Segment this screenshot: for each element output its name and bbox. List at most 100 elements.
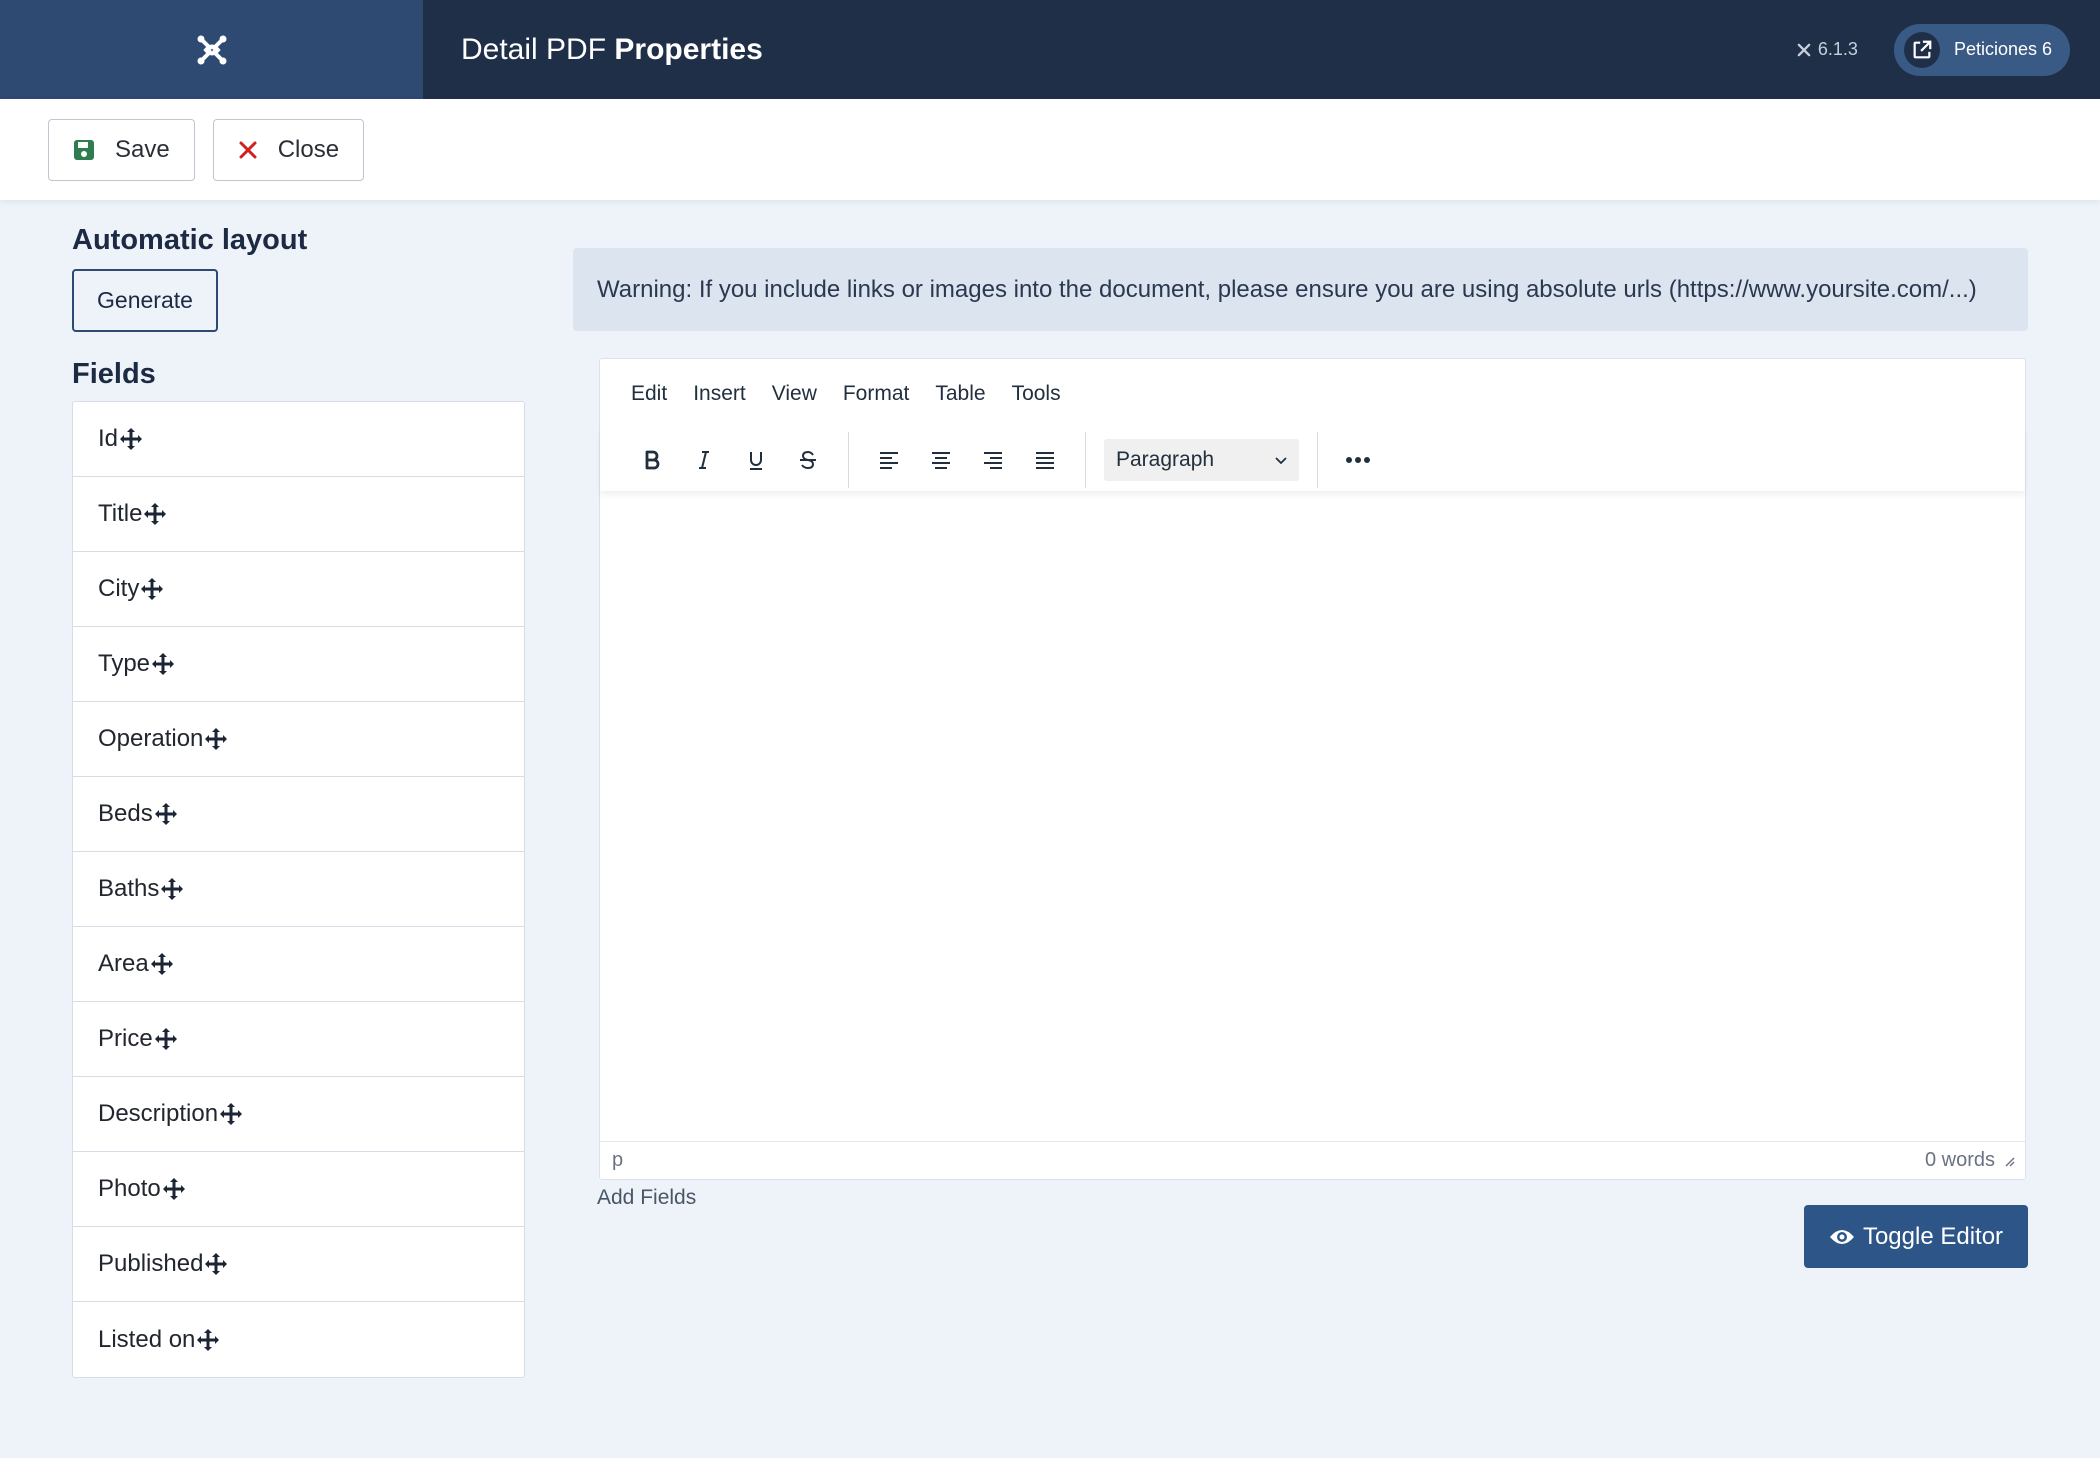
align-center-button[interactable] (919, 438, 963, 482)
more-tools-button[interactable] (1336, 438, 1380, 482)
field-item[interactable]: Listed on (73, 1302, 524, 1377)
move-icon (151, 652, 175, 676)
more-horizontal-icon (1346, 457, 1370, 463)
align-center-icon (932, 452, 950, 469)
absolute-url-warning: Warning: If you include links or images … (573, 248, 2028, 331)
menu-format[interactable]: Format (843, 382, 910, 406)
field-item[interactable]: Price (73, 1002, 524, 1077)
eye-icon (1829, 1229, 1854, 1244)
version-indicator: 6.1.3 (1796, 39, 1858, 60)
toggle-editor-label: Toggle Editor (1862, 1222, 2004, 1250)
close-icon (239, 141, 257, 158)
move-icon (160, 877, 184, 901)
field-label: Type (98, 650, 151, 677)
align-right-icon (984, 452, 1002, 469)
add-fields-label: Add Fields (597, 1186, 697, 1209)
field-label: Published (98, 1250, 204, 1277)
toggle-editor-button[interactable]: Toggle Editor (1804, 1205, 2028, 1268)
italic-button[interactable] (682, 438, 726, 482)
justify-icon (1036, 452, 1054, 469)
field-label: Operation (98, 725, 204, 752)
menu-insert[interactable]: Insert (693, 382, 746, 406)
generate-button[interactable]: Generate (72, 269, 218, 332)
move-icon (154, 1027, 178, 1051)
automatic-layout-heading: Automatic layout (72, 224, 308, 256)
align-left-icon (880, 452, 898, 469)
resize-handle-icon[interactable] (2003, 1155, 2015, 1167)
field-item[interactable]: Published (73, 1227, 524, 1302)
warning-text: Warning: If you include links or images … (597, 275, 1977, 303)
field-item[interactable]: Beds (73, 777, 524, 852)
field-item[interactable]: Area (73, 927, 524, 1002)
save-button[interactable]: Save (48, 118, 195, 181)
editor-format-toolbar: Paragraph (600, 429, 2025, 491)
field-label: Area (98, 950, 149, 977)
page-title: Detail PDF Properties (461, 33, 763, 67)
strikethrough-button[interactable] (786, 438, 830, 482)
field-item[interactable]: Baths (73, 852, 524, 927)
field-item[interactable]: Title (73, 477, 524, 552)
block-format-select[interactable]: Paragraph (1104, 439, 1299, 481)
external-link-icon (1903, 31, 1940, 68)
move-icon (204, 1252, 228, 1276)
joomla-small-icon (1797, 43, 1811, 56)
joomla-logo[interactable] (0, 0, 423, 99)
field-item[interactable]: City (73, 552, 524, 627)
action-toolbar: Save Close (0, 99, 2100, 200)
version-label: 6.1.3 (1817, 39, 1858, 59)
move-icon (196, 1328, 220, 1352)
menu-tools[interactable]: Tools (1012, 382, 1061, 406)
element-path[interactable]: p (612, 1149, 623, 1172)
chevron-down-icon (1275, 457, 1287, 465)
italic-icon (699, 451, 709, 469)
field-item[interactable]: Operation (73, 702, 524, 777)
underline-icon (750, 452, 762, 470)
move-icon (150, 952, 174, 976)
field-label: Listed on (98, 1325, 196, 1353)
field-label: Beds (98, 800, 153, 827)
fields-list: Id Title City Type Operation Beds Baths Area Pri… (72, 401, 525, 1378)
field-item[interactable]: Id (73, 402, 524, 477)
bold-button[interactable] (630, 438, 674, 482)
align-right-button[interactable] (971, 438, 1015, 482)
editor-statusbar: p 0 words (600, 1141, 2025, 1179)
field-label: Id (98, 425, 119, 452)
move-icon (162, 1177, 186, 1201)
underline-button[interactable] (734, 438, 778, 482)
peticiones-label: Peticiones 6 (1953, 39, 2052, 59)
move-icon (204, 727, 228, 751)
field-label: Title (98, 500, 143, 527)
field-label: Price (98, 1025, 153, 1052)
app-header: Detail PDF Properties 6.1.3 Peticiones 6 (0, 0, 2100, 99)
menu-view[interactable]: View (772, 382, 817, 406)
page-title-bold: Properties (614, 32, 763, 66)
align-left-button[interactable] (867, 438, 911, 482)
move-icon (140, 577, 164, 601)
field-item[interactable]: Photo (73, 1152, 524, 1227)
layout-sidebar: Automatic layout Generate Fields Id Title… (72, 220, 525, 1378)
editor-menubar: Edit Insert View Format Table Tools (600, 359, 2025, 429)
strikethrough-icon (800, 450, 816, 470)
fields-heading: Fields (72, 358, 156, 390)
bold-icon (645, 450, 660, 470)
joomla-icon (197, 35, 226, 64)
menu-edit[interactable]: Edit (631, 382, 667, 406)
close-label: Close (277, 135, 340, 163)
field-item[interactable]: Description (73, 1077, 524, 1152)
justify-button[interactable] (1023, 438, 1067, 482)
field-label: City (98, 575, 140, 602)
move-icon (119, 427, 143, 451)
field-label: Description (98, 1100, 219, 1127)
field-label: Photo (98, 1175, 161, 1202)
field-label: Baths (98, 875, 160, 902)
close-button[interactable]: Close (212, 118, 365, 181)
editor-content-area[interactable] (600, 491, 2025, 1141)
peticiones-button[interactable]: Peticiones 6 (1893, 23, 2070, 76)
word-count[interactable]: 0 words (1925, 1149, 1995, 1172)
move-icon (219, 1102, 243, 1126)
rich-text-editor: Edit Insert View Format Table Tools Para… (599, 358, 2026, 1180)
page-title-prefix: Detail PDF (461, 32, 607, 66)
field-item[interactable]: Type (73, 627, 524, 702)
menu-table[interactable]: Table (935, 382, 985, 406)
move-icon (154, 802, 178, 826)
